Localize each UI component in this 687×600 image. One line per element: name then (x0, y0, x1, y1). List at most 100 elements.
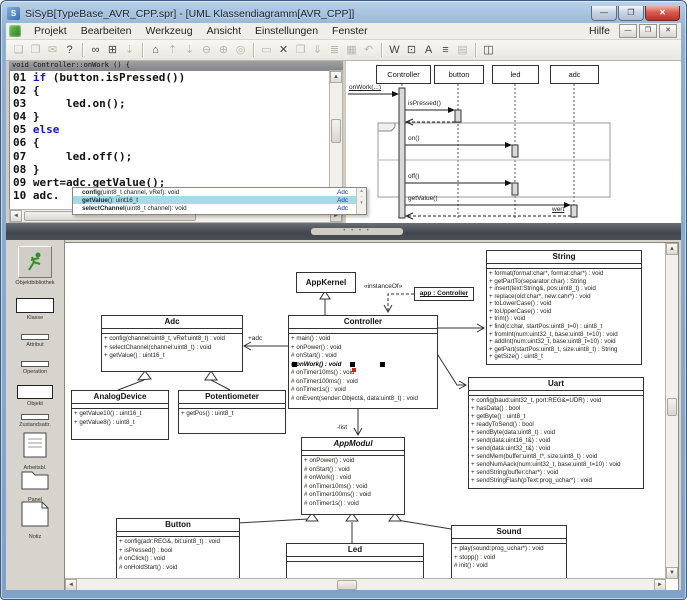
lifeline-button[interactable]: button (434, 65, 484, 84)
operation-row[interactable]: + onPower() : void (304, 457, 404, 466)
class-string[interactable]: String+ format(format:char*, format:char… (486, 250, 642, 365)
class-sound[interactable]: Sound+ play(sound:prog_uchar*) : void+ s… (451, 525, 567, 582)
operation-row[interactable]: # onTimer100ms() : void (291, 378, 437, 387)
operation-row[interactable]: + getValue10() : uint16_t (74, 410, 168, 419)
operation-row[interactable]: + getSize() : uint8_t (489, 353, 641, 361)
class-appkernel[interactable]: AppKernel (296, 272, 356, 293)
sequence-diagram-pane[interactable]: Controller button led adc onWork(...) is… (346, 61, 681, 223)
operation-row[interactable]: # onTimer100ms() : void (304, 491, 404, 500)
operation-row[interactable]: + onPower() : void (291, 344, 437, 353)
scroll-left-arrow[interactable]: ◄ (65, 579, 77, 590)
operation-row[interactable]: + sendByte(data:uint8_t) : void (471, 429, 643, 437)
menu-item-fenster[interactable]: Fenster (325, 24, 375, 38)
operation-row[interactable]: # onClick() : void (119, 555, 239, 564)
operation-row[interactable]: + getPartTo(separator:char) : String (489, 278, 641, 286)
pane-splitter[interactable]: • • • • (6, 223, 681, 240)
scroll-up-arrow[interactable]: ▲ (666, 243, 678, 255)
class-adc[interactable]: Adc+ config(channel:uint8_t, vRef:uint8_… (101, 315, 243, 372)
lifeline-adc[interactable]: adc (550, 65, 599, 84)
operation-row[interactable]: + send(data:uint16_t&) : void (471, 437, 643, 445)
menu-item-projekt[interactable]: Projekt (27, 24, 74, 38)
operation-row[interactable]: + format(format:char*, format:char*) : v… (489, 270, 641, 278)
palette-item-notiz[interactable]: Notiz (6, 501, 64, 540)
operation-row[interactable]: + send(data:uint32_t&) : void (471, 445, 643, 453)
operation-row[interactable]: + getValue8() : uint8_t (74, 419, 168, 428)
operation-row[interactable]: + toLowerCase() : void (489, 300, 641, 308)
operation-row[interactable]: # onEvent(sender:Object&, data:uint8_t) … (291, 395, 437, 404)
operation-row[interactable]: + insert(text:String&, pos:uint8_t) : vo… (489, 285, 641, 293)
menu-item-ansicht[interactable]: Ansicht (200, 24, 248, 38)
scrollbar-thumb[interactable] (337, 580, 357, 590)
operation-row[interactable]: # onStart() : void (304, 466, 404, 475)
menu-item-werkzeug[interactable]: Werkzeug (138, 24, 199, 38)
menu-item-bearbeiten[interactable]: Bearbeiten (74, 24, 139, 38)
title-bar[interactable]: S SiSyB[TypeBase_AVR_CPP.spr] - [UML Kla… (7, 4, 680, 23)
book-icon[interactable]: ◫ (480, 42, 497, 58)
operation-row[interactable]: + sendStringFlash(pText:prog_uchar*) : v… (471, 477, 643, 485)
scroll-down-arrow[interactable]: ▼ (666, 567, 678, 579)
mdi-restore-button[interactable]: ❐ (639, 24, 657, 38)
scroll-left-arrow[interactable]: ◄ (10, 210, 22, 222)
search-binoculars-icon[interactable]: ∞ (87, 42, 104, 58)
operation-row[interactable]: # onTimer10ms() : void (291, 369, 437, 378)
class-diagram-canvas[interactable]: «instanceOf» app : Controller +adc -list… (64, 242, 679, 590)
class-analogdevice[interactable]: AnalogDevice+ getValue10() : uint16_t+ g… (71, 390, 169, 440)
palette-item-arbeitsbl[interactable]: Arbeitsbl. (6, 432, 64, 471)
operation-row[interactable]: # onWork() : void (291, 361, 437, 370)
operation-row[interactable]: + getPos() : uint8_t (181, 410, 285, 419)
palette-item-klasse[interactable]: Klasse (6, 298, 64, 321)
mini-scrollbar[interactable]: • • • • (311, 228, 403, 235)
close-button[interactable]: ✕ (645, 6, 680, 21)
class-uart[interactable]: Uart+ config(baud:uint32_t, port:REG&=UD… (468, 377, 644, 489)
operation-row[interactable]: + addInt(num:uint32_t, base:uint8_t=10) … (489, 338, 641, 346)
autocomplete-item-config[interactable]: ·config(uint8_t channel, vRef): voidAdc (73, 188, 359, 196)
operation-row[interactable]: # init() : void (454, 562, 566, 571)
operation-row[interactable]: + config(adr:REG&, bit:uint8_t) : void (119, 538, 239, 547)
operation-row[interactable]: # onTimer1s() : void (291, 386, 437, 395)
operation-row[interactable]: + sendNumAack(num:uint32_t, base:uint8_t… (471, 461, 643, 469)
operation-row[interactable]: # onWork() : void (304, 474, 404, 483)
restore-button[interactable]: ❐ (618, 6, 644, 21)
operation-row[interactable]: + replace(old:char*, new:cahr*) : void (489, 293, 641, 301)
operation-row[interactable]: + readyToSend() : bool (471, 421, 643, 429)
class-controller[interactable]: Controller+ main() : void+ onPower() : v… (288, 315, 438, 409)
operation-row[interactable]: + trim() : void (489, 315, 641, 323)
word-export-icon[interactable]: W (386, 42, 403, 58)
new-diagram-icon[interactable]: ⊞ (104, 42, 121, 58)
palette-item-panel[interactable]: Panel (6, 468, 64, 503)
align-icon[interactable]: ≡ (437, 42, 454, 58)
operation-row[interactable]: # onTimer10ms() : void (304, 483, 404, 492)
operation-row[interactable]: + sendMem(buffer:uint8_t*, size:uint8_t)… (471, 453, 643, 461)
autocomplete-item-getvalue[interactable]: ·getValue (): uint16_tAdc (73, 196, 359, 204)
operation-row[interactable]: + getPart(startPos:uint8_t, size:uint8_t… (489, 346, 641, 354)
operation-row[interactable]: + find(c:char, startPos:uint8_t=0) : uin… (489, 323, 641, 331)
scrollbar-thumb[interactable] (331, 119, 341, 143)
operation-row[interactable]: + sendString(buffer:char*) : void (471, 469, 643, 477)
operation-row[interactable]: + hasData() : bool (471, 405, 643, 413)
class-led[interactable]: Led (286, 543, 424, 582)
operation-row[interactable]: + toUpperCase() : void (489, 308, 641, 316)
object-app-controller[interactable]: app : Controller (414, 287, 474, 301)
popup-scrollbar[interactable]: ▴-▾ (356, 188, 366, 214)
palette-item-attribut[interactable]: Attribut (6, 334, 64, 348)
autocomplete-item-selectchannel[interactable]: ·selectChannel(uint8_t channel): voidAdc (73, 204, 359, 212)
palette-item-objektbibliothek[interactable]: Objektbibliothek (6, 246, 64, 286)
operation-row[interactable]: + fromInt(num:uint32_t, base:uint8_t=10)… (489, 331, 641, 339)
scroll-right-arrow[interactable]: ► (654, 579, 666, 590)
operation-row[interactable]: + selectChannel(channel:uint8_t) : void (104, 344, 242, 353)
operation-row[interactable]: + getByte() : uint8_t (471, 413, 643, 421)
scroll-up-arrow[interactable]: ▲ (330, 71, 342, 83)
class-potentiometer[interactable]: Potentiometer+ getPos() : uint8_t (178, 390, 286, 434)
palette-item-objekt[interactable]: Objekt (6, 385, 64, 407)
mdi-close-button[interactable]: ✕ (659, 24, 677, 38)
palette-item-zustandsattr[interactable]: Zustandsattr. (6, 414, 64, 428)
operation-row[interactable]: # onStart() : void (291, 352, 437, 361)
delete-icon[interactable]: ✕ (275, 42, 292, 58)
operation-row[interactable]: + config(channel:uint8_t, vRef:uint8_t) … (104, 335, 242, 344)
lifeline-led[interactable]: led (492, 65, 539, 84)
operation-row[interactable]: # onHoldStart() : void (119, 564, 239, 573)
operation-row[interactable]: + config(baud:uint32_t, port:REG&=UDR) :… (471, 397, 643, 405)
font-icon[interactable]: A (420, 42, 437, 58)
menu-item-hilfe[interactable]: Hilfe (582, 24, 617, 38)
print-icon[interactable]: ⊡ (403, 42, 420, 58)
